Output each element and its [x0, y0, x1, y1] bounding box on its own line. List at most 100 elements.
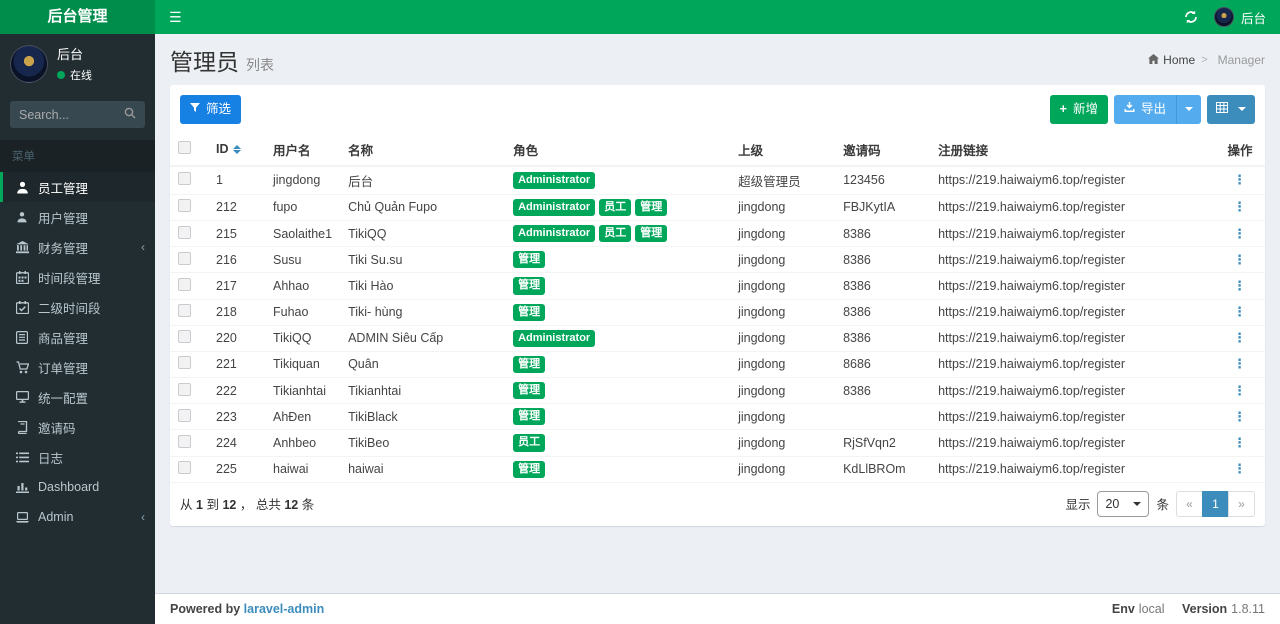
- row-actions-button[interactable]: ⋮: [1233, 278, 1247, 293]
- row-checkbox[interactable]: [178, 356, 191, 370]
- cell-name: Tiki Su.su: [340, 246, 506, 273]
- sidebar-item-财务管理[interactable]: 财务管理 ‹: [0, 232, 155, 262]
- sidebar-item-label: 时间段管理: [38, 271, 101, 286]
- avatar: [10, 44, 48, 83]
- sidebar-item-Dashboard[interactable]: Dashboard: [0, 472, 155, 502]
- cell-id: 215: [208, 219, 265, 247]
- sidebar-item-统一配置[interactable]: 统一配置: [0, 382, 155, 412]
- row-actions-button[interactable]: ⋮: [1233, 304, 1247, 319]
- sidebar-item-label: 邀请码: [38, 421, 76, 436]
- row-actions-button[interactable]: ⋮: [1233, 226, 1247, 241]
- filter-button[interactable]: 筛选: [180, 95, 242, 124]
- row-actions-button[interactable]: ⋮: [1233, 435, 1247, 450]
- row-actions-button[interactable]: ⋮: [1233, 383, 1247, 398]
- chart-icon: [15, 481, 29, 493]
- column-header-id[interactable]: ID: [208, 133, 265, 167]
- cell-register-link: https://219.haiwaiym6.top/register: [930, 429, 1216, 457]
- row-actions-button[interactable]: ⋮: [1233, 409, 1247, 424]
- page-button-«[interactable]: «: [1176, 490, 1203, 517]
- cell-username: haiwai: [265, 455, 341, 482]
- row-checkbox[interactable]: [178, 199, 191, 213]
- refresh-icon[interactable]: [1184, 10, 1198, 24]
- cell-id: 1: [208, 165, 265, 195]
- sort-icon[interactable]: [232, 145, 241, 155]
- table-summary: 从 1 到 12 ， 总共 12 条: [180, 498, 315, 513]
- row-checkbox[interactable]: [178, 172, 191, 186]
- row-checkbox[interactable]: [178, 304, 191, 318]
- export-dropdown-toggle[interactable]: [1176, 95, 1201, 124]
- select-all-checkbox[interactable]: [178, 141, 191, 155]
- breadcrumb-item-manager[interactable]: Manager: [1201, 53, 1265, 67]
- page-button-1[interactable]: 1: [1202, 490, 1229, 517]
- cell-parent: jingdong: [730, 350, 836, 378]
- table-row: 221 Tikiquan Quân 管理 jingdong 8686 https://219…: [170, 350, 1265, 378]
- row-actions-button[interactable]: ⋮: [1233, 199, 1247, 214]
- role-badge: 员工: [599, 198, 632, 216]
- sidebar-item-员工管理[interactable]: 员工管理: [0, 172, 155, 202]
- row-checkbox[interactable]: [178, 408, 191, 422]
- search-icon[interactable]: [124, 107, 136, 122]
- cell-name: TikiBlack: [340, 403, 506, 430]
- cell-roles: 管理: [505, 455, 731, 482]
- sidebar-item-日志[interactable]: 日志: [0, 442, 155, 472]
- navbar-user-menu[interactable]: 后台: [1213, 7, 1266, 27]
- table-row: 224 Anhbeo TikiBeo 员工 jingdong RjSfVqn2 https:…: [170, 429, 1265, 457]
- goods-icon: [15, 330, 29, 344]
- row-actions-button[interactable]: ⋮: [1233, 356, 1247, 371]
- sidebar-item-邀请码[interactable]: 邀请码: [0, 412, 155, 442]
- table-row: 223 AhĐen TikiBlack 管理 jingdong https://219.h…: [170, 403, 1265, 430]
- row-actions-button[interactable]: ⋮: [1233, 461, 1247, 476]
- staff-icon: [15, 181, 29, 194]
- sidebar-item-用户管理[interactable]: 用户管理: [0, 202, 155, 232]
- search-input[interactable]: [19, 107, 124, 122]
- manager-table: ID 用户名 名称 角色 上级 邀请码 注册链接 操作 1 jingdong 后台 Administ…: [170, 133, 1265, 482]
- sidebar: 后台 在线 菜单 员工管理用户管理财务管理 ‹ 时间段管理二级时间段商品管理订单管理…: [0, 34, 155, 624]
- row-actions-button[interactable]: ⋮: [1233, 330, 1247, 345]
- grid-icon: [1216, 100, 1228, 119]
- cell-name: Tiki Hào: [340, 272, 506, 299]
- export-button[interactable]: 导出: [1113, 95, 1176, 124]
- row-checkbox[interactable]: [178, 330, 191, 344]
- page-button-»[interactable]: »: [1228, 490, 1255, 517]
- cell-name: 后台: [340, 165, 506, 195]
- cell-parent: jingdong: [730, 377, 836, 404]
- row-actions-button[interactable]: ⋮: [1233, 252, 1247, 267]
- row-checkbox[interactable]: [178, 435, 191, 449]
- row-checkbox[interactable]: [178, 225, 191, 239]
- cell-invite-code: FBJKytIA: [835, 193, 931, 221]
- calendar-check-icon: [15, 300, 29, 314]
- sidebar-toggle-icon[interactable]: ☰: [155, 0, 196, 34]
- cell-id: 220: [208, 324, 265, 352]
- cell-register-link: https://219.haiwaiym6.top/register: [930, 403, 1216, 430]
- cell-name: Quân: [340, 350, 506, 378]
- grid-box: 筛选 + 新增 导出 ID 用户名 名称 角色 上级 邀请码 注册链接 操作 1…: [170, 85, 1265, 526]
- row-actions-button[interactable]: ⋮: [1233, 172, 1247, 187]
- env-version: Env local Version 1.8.11: [1111, 602, 1265, 616]
- laravel-admin-link[interactable]: laravel-admin: [244, 602, 325, 616]
- cell-register-link: https://219.haiwaiym6.top/register: [930, 377, 1216, 404]
- row-checkbox[interactable]: [178, 461, 191, 475]
- cell-parent: 超级管理员: [730, 165, 836, 195]
- cell-id: 217: [208, 272, 265, 299]
- cell-name: TikiQQ: [340, 219, 506, 247]
- sidebar-item-时间段管理[interactable]: 时间段管理: [0, 262, 155, 292]
- main-footer: Powered by laravel-admin Env local Versio…: [155, 593, 1280, 624]
- column-selector-button[interactable]: [1207, 95, 1255, 124]
- cell-register-link: https://219.haiwaiym6.top/register: [930, 455, 1216, 482]
- sidebar-item-二级时间段[interactable]: 二级时间段: [0, 292, 155, 322]
- table-row: 218 Fuhao Tiki- hùng 管理 jingdong 8386 https://…: [170, 298, 1265, 326]
- sidebar-item-订单管理[interactable]: 订单管理: [0, 352, 155, 382]
- breadcrumb-item-home[interactable]: Home: [1148, 53, 1195, 67]
- sidebar-item-商品管理[interactable]: 商品管理: [0, 322, 155, 352]
- cell-parent: jingdong: [730, 219, 836, 247]
- per-page-select[interactable]: 20: [1097, 490, 1150, 517]
- row-checkbox[interactable]: [178, 251, 191, 265]
- create-button[interactable]: + 新增: [1049, 95, 1108, 124]
- online-dot-icon: [57, 71, 65, 79]
- role-badge: 管理: [513, 303, 546, 321]
- row-checkbox[interactable]: [178, 277, 191, 291]
- row-checkbox[interactable]: [178, 382, 191, 396]
- cell-id: 222: [208, 377, 265, 404]
- sidebar-item-Admin[interactable]: Admin ‹: [0, 502, 155, 532]
- cell-username: jingdong: [265, 165, 341, 195]
